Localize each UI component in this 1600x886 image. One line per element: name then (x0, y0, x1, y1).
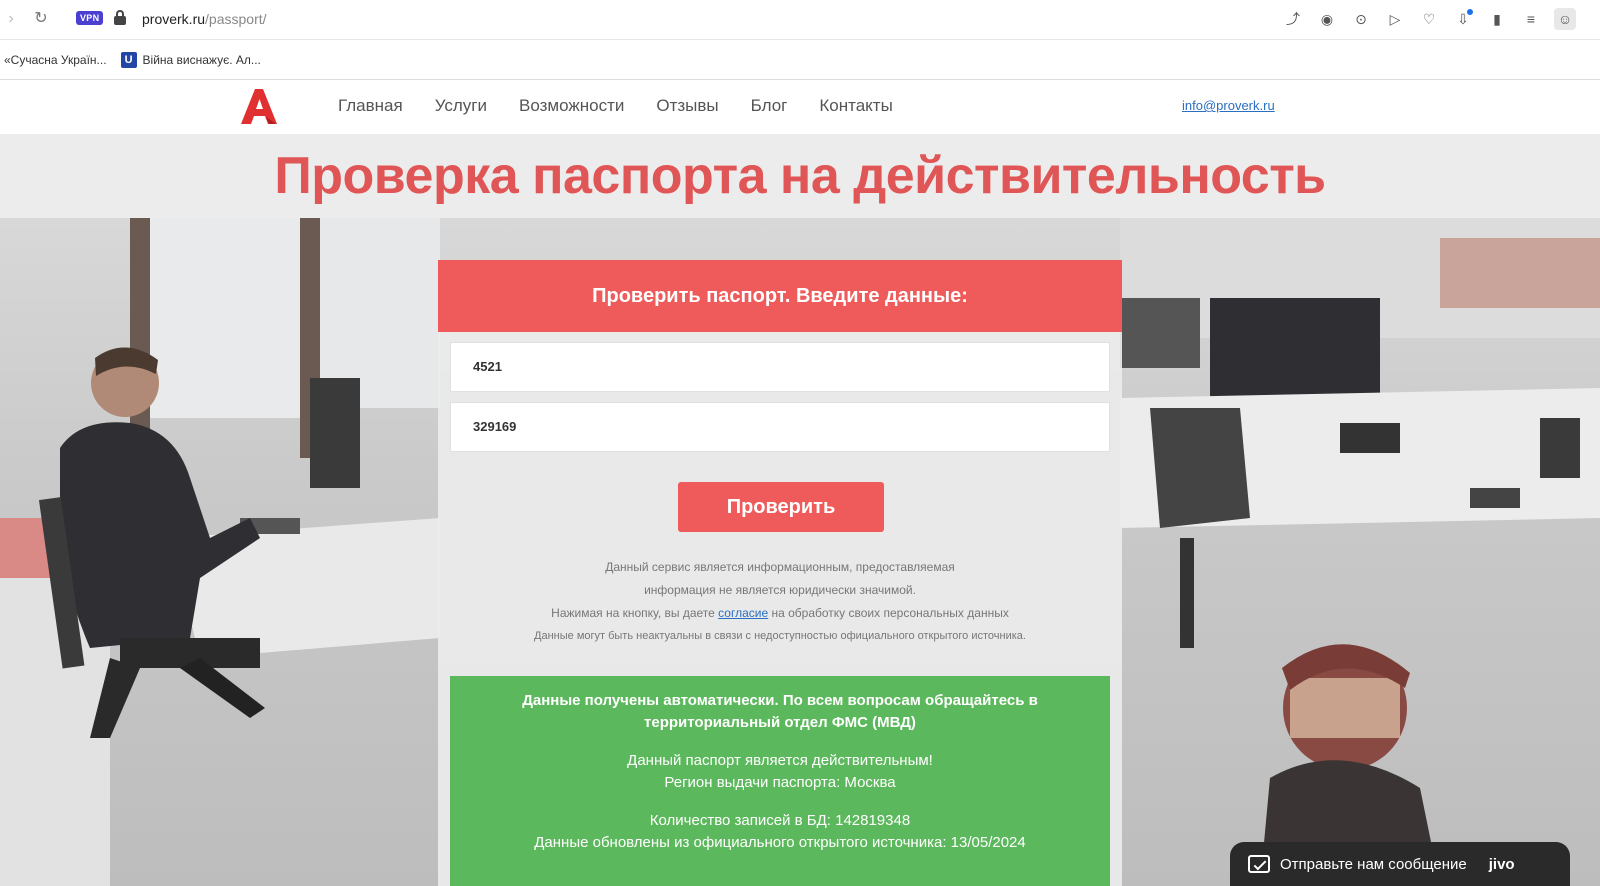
download-icon[interactable]: ⇩ (1452, 8, 1474, 30)
heart-icon[interactable]: ♡ (1418, 8, 1440, 30)
disclaimer-line: информация не является юридически значим… (644, 583, 916, 597)
chat-widget[interactable]: Отправьте нам сообщение jivo (1230, 842, 1570, 886)
url-path: /passport/ (205, 11, 267, 27)
nav-item-reviews[interactable]: Отзывы (656, 96, 718, 116)
message-icon (1248, 855, 1270, 873)
consent-link[interactable]: согласие (718, 606, 768, 620)
bookmark-favicon-icon: U (120, 51, 137, 68)
chat-brand: jivo (1488, 855, 1515, 873)
nav-item-blog[interactable]: Блог (751, 96, 788, 116)
result-status: Данный паспорт является действительным! (627, 752, 933, 769)
form-heading: Проверить паспорт. Введите данные: (438, 260, 1122, 332)
camera-icon[interactable]: ◉ (1316, 8, 1338, 30)
bookmark-label: «Сучасна Україн... (4, 52, 107, 67)
browser-tools: ⤴ ◉ ⊙ ▷ ♡ ⇩ ▮ ≡ ☺ (1282, 8, 1576, 30)
result-region: Регион выдачи паспорта: Москва (664, 774, 896, 791)
nav-item-services[interactable]: Услуги (435, 96, 487, 116)
passport-check-panel: Проверить паспорт. Введите данные: Прове… (438, 260, 1122, 886)
consent-text: на обработку своих персональных данных (768, 606, 1009, 620)
play-icon[interactable]: ▷ (1384, 8, 1406, 30)
menu-icon[interactable]: ≡ (1520, 8, 1542, 30)
page-title: Проверка паспорта на действительность (274, 147, 1326, 205)
bookmark-label: Війна виснажує. Ал... (142, 52, 261, 67)
share-icon[interactable]: ⤴ (1282, 8, 1304, 30)
disclaimer-line: Данный сервис является информационным, п… (605, 560, 955, 574)
bookmark-item[interactable]: «Сучасна Україн... (4, 53, 107, 67)
passport-number-input[interactable] (450, 402, 1110, 452)
bookmarks-bar: «Сучасна Україн... U Війна виснажує. Ал..… (0, 40, 1600, 80)
main-nav: Главная Услуги Возможности Отзывы Блог К… (338, 96, 893, 116)
title-band: Проверка паспорта на действительность (0, 134, 1600, 218)
lock-icon[interactable] (114, 10, 126, 25)
site-logo-icon[interactable] (238, 86, 280, 126)
consent-line: Нажимая на кнопку, вы даете согласие на … (438, 602, 1122, 625)
chat-label: Отправьте нам сообщение (1280, 855, 1467, 873)
reload-icon[interactable]: ↻ (30, 8, 52, 28)
passport-series-input[interactable] (450, 342, 1110, 392)
nav-item-features[interactable]: Возможности (519, 96, 624, 116)
nav-item-contacts[interactable]: Контакты (819, 96, 892, 116)
check-button[interactable]: Проверить (678, 482, 884, 532)
disclaimer: Данный сервис является информационным, п… (438, 556, 1122, 648)
site-header: Главная Услуги Возможности Отзывы Блог К… (0, 80, 1600, 134)
email-link[interactable]: info@proverk.ru (1182, 98, 1275, 113)
record-icon[interactable]: ⊙ (1350, 8, 1372, 30)
wallet-icon[interactable]: ▮ (1486, 8, 1508, 30)
bookmark-item[interactable]: U Війна виснажує. Ал... (120, 51, 261, 68)
address-bar[interactable]: proverk.ru/passport/ (142, 11, 267, 27)
browser-toolbar: › ↻ VPN proverk.ru/passport/ ⤴ ◉ ⊙ ▷ ♡ ⇩… (0, 0, 1600, 40)
result-box: Данные получены автоматически. По всем в… (450, 676, 1110, 886)
profile-icon[interactable]: ☺ (1554, 8, 1576, 30)
vpn-badge[interactable]: VPN (76, 11, 104, 25)
result-records: Количество записей в БД: 142819348 (649, 812, 911, 829)
result-heading: Данные получены автоматически. По всем в… (522, 692, 1038, 731)
disclaimer-line: Данные могут быть неактуальны в связи с … (534, 630, 1026, 642)
forward-icon[interactable]: › (0, 10, 22, 28)
nav-item-home[interactable]: Главная (338, 96, 403, 116)
url-host: proverk.ru (142, 11, 206, 27)
result-updated: Данные обновлены из официального открыто… (534, 834, 1026, 851)
consent-text: Нажимая на кнопку, вы даете (551, 606, 719, 620)
